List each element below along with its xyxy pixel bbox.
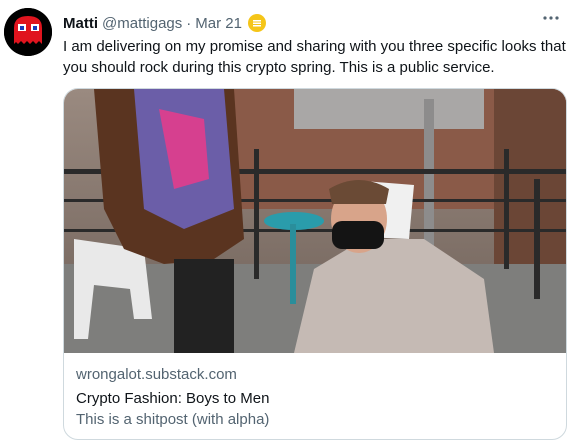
card-description: This is a shitpost (with alpha) xyxy=(76,411,270,428)
link-preview-card[interactable]: wrongalot.substack.com Crypto Fashion: B… xyxy=(63,88,567,440)
card-domain: wrongalot.substack.com xyxy=(76,366,237,383)
card-title: Crypto Fashion: Boys to Men xyxy=(76,390,270,407)
more-horizontal-icon xyxy=(543,16,559,20)
tweet-text: I am delivering on my promise and sharin… xyxy=(63,38,566,76)
author-handle[interactable]: @mattigags xyxy=(102,15,182,32)
ghost-avatar-icon xyxy=(4,8,52,56)
tweet-date[interactable]: Mar 21 xyxy=(195,15,242,32)
coin-badge-icon xyxy=(247,14,266,32)
separator-dot: · xyxy=(186,14,192,32)
tweet[interactable]: Matti @mattigags · Mar 21 I am deliverin… xyxy=(0,0,577,448)
author-name[interactable]: Matti xyxy=(63,15,98,32)
tweet-header: Matti @mattigags · Mar 21 xyxy=(63,12,266,34)
avatar[interactable] xyxy=(4,8,52,56)
photo-image xyxy=(64,89,566,353)
card-meta: wrongalot.substack.com Crypto Fashion: B… xyxy=(76,365,554,430)
more-options-button[interactable] xyxy=(539,8,563,28)
